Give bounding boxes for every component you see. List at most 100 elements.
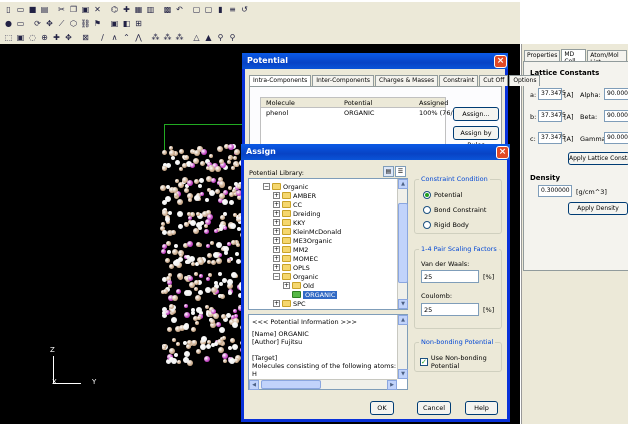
radio-potential[interactable]: Potential (423, 191, 462, 199)
tree-item[interactable]: + OPLS (273, 263, 310, 272)
mol3-icon[interactable]: ⁂ (174, 32, 185, 43)
tab-atom-mol-list[interactable]: Atom/Mol List (587, 50, 627, 66)
tree-item[interactable]: + KleinMcDonald (273, 227, 341, 236)
undo-icon[interactable]: ↶ (174, 4, 185, 15)
scroll-thumb[interactable] (398, 203, 408, 283)
axis-icon[interactable]: ✚ (121, 4, 132, 15)
expand-icon[interactable]: + (273, 219, 280, 226)
cancel-button[interactable]: Cancel (417, 401, 451, 415)
pan-icon[interactable]: ✥ (63, 32, 74, 43)
paste-icon[interactable]: ▣ (80, 4, 91, 15)
tab-inter-components[interactable]: Inter-Components (312, 75, 375, 86)
checkbox-checkmark-icon[interactable]: ✓ (420, 358, 428, 366)
help-button[interactable]: Help (465, 401, 498, 415)
lasso-icon[interactable]: ◌ (27, 32, 38, 43)
tab-charges-masses[interactable]: Charges & Masses (375, 75, 439, 86)
expand-icon[interactable]: + (273, 192, 280, 199)
column-molecule[interactable]: Molecule (266, 99, 295, 107)
line-icon[interactable]: ∕ (97, 32, 108, 43)
assign-close-button[interactable]: × (496, 146, 509, 159)
select-icon[interactable]: ⬚ (3, 32, 14, 43)
scroll-up-arrow[interactable]: ▲ (398, 179, 408, 189)
tab-properties[interactable]: Properties (524, 50, 561, 61)
expand-icon[interactable]: + (273, 255, 280, 262)
row-assigned[interactable]: 100% (76/ (419, 109, 453, 117)
box-icon[interactable]: ▣ (15, 32, 26, 43)
alpha-input[interactable]: 90.0000 (604, 88, 628, 100)
radio-rigid-body-dot[interactable] (423, 221, 431, 229)
fit-icon[interactable]: ✚ (51, 32, 62, 43)
tree-item[interactable]: − Organic (273, 272, 318, 281)
translate-icon[interactable]: ✥ (44, 18, 55, 29)
tree-item[interactable]: + SPC (273, 299, 306, 308)
delete-icon[interactable]: ✕ (92, 4, 103, 15)
palette-icon[interactable]: ◧ (121, 18, 132, 29)
lattice-a-input[interactable]: 37.3475 (538, 88, 566, 100)
potential-info-box[interactable]: <<< Potential Information >>> [Name] ORG… (248, 314, 408, 390)
ring-icon[interactable]: ⬡ (68, 18, 79, 29)
bond-icon[interactable]: ⟋ (56, 18, 67, 29)
print-icon[interactable]: ▤ (39, 4, 50, 15)
radio-bond-constraint-dot[interactable] (423, 206, 431, 214)
atom-icon[interactable]: ● (3, 18, 14, 29)
expand-icon[interactable]: + (273, 246, 280, 253)
tree-item[interactable]: ORGANIC (283, 290, 338, 299)
angle1-icon[interactable]: ∧ (109, 32, 120, 43)
density-input[interactable]: 0.300000 (538, 185, 572, 197)
chart-icon[interactable]: ▮ (215, 4, 226, 15)
cut-icon[interactable]: ✂ (56, 4, 67, 15)
scroll-down-arrow[interactable]: ▼ (398, 299, 408, 309)
info-vscrollbar[interactable]: ▲ ▼ (397, 315, 408, 379)
expand-icon[interactable]: + (273, 201, 280, 208)
gamma-input[interactable]: 90.0000 (604, 132, 628, 144)
radio-bond-constraint[interactable]: Bond Constraint (423, 206, 486, 214)
lattice-b-input[interactable]: 37.3475 (538, 110, 566, 122)
copy-icon[interactable]: ❐ (68, 4, 79, 15)
list-view-icon[interactable]: ☰ (395, 166, 406, 177)
potential-library-tree[interactable]: ▲ ▼ − Organic + AMBER + CC + Dreiding + KKY + Klein… (248, 178, 408, 310)
row-molecule[interactable]: phenol (266, 109, 288, 117)
expand-icon[interactable]: + (273, 264, 280, 271)
mol1-icon[interactable]: ⁂ (150, 32, 161, 43)
column-potential[interactable]: Potential (344, 99, 372, 107)
expand-icon[interactable]: + (273, 210, 280, 217)
tree-view-icon[interactable]: ▤ (383, 166, 394, 177)
warn-icon[interactable]: △ (191, 32, 202, 43)
rotate-icon[interactable]: ⟳ (32, 18, 43, 29)
marker-icon[interactable]: ▲ (203, 32, 214, 43)
assign-titlebar[interactable]: Assign (241, 144, 510, 160)
use-non-bonding-checkbox[interactable]: ✓ Use Non-bonding Potential (420, 354, 501, 370)
tab-options[interactable]: Options (509, 75, 541, 86)
radio-potential-dot[interactable] (423, 191, 431, 199)
tree-scrollbar[interactable]: ▲ ▼ (397, 179, 408, 309)
column-assigned[interactable]: Assigned (419, 99, 448, 107)
zoom-icon[interactable]: ⊠ (80, 32, 91, 43)
assign-button[interactable]: Assign... (453, 107, 499, 121)
potential-titlebar[interactable]: Potential (242, 53, 508, 69)
radio-rigid-body[interactable]: Rigid Body (423, 221, 469, 229)
structure-icon[interactable]: ⌬ (109, 4, 120, 15)
window1-icon[interactable]: ▢ (191, 4, 202, 15)
torsion-icon[interactable]: ⋀ (133, 32, 144, 43)
expand-icon[interactable]: + (273, 300, 280, 307)
tab-cut-off[interactable]: Cut Off (479, 75, 509, 86)
image-icon[interactable]: ▣ (109, 18, 120, 29)
chain-icon[interactable]: ⛓ (80, 18, 91, 29)
flag-icon[interactable]: ⚑ (92, 18, 103, 29)
tree-item[interactable]: + MM2 (273, 245, 308, 254)
tree-item[interactable]: − Organic (263, 182, 308, 191)
list-icon[interactable]: ≡ (227, 4, 238, 15)
potential-close-button[interactable]: × (494, 55, 507, 68)
info-scroll-left-arrow[interactable]: ◀ (249, 380, 259, 390)
tree-item[interactable]: + Old (283, 281, 314, 290)
beta-input[interactable]: 90.0000 (604, 110, 628, 122)
save-icon[interactable]: ■ (27, 4, 38, 15)
coulomb-input[interactable]: 25 (421, 303, 479, 316)
apply-lattice-button[interactable]: Apply Lattice Constan (568, 152, 628, 165)
refresh-icon[interactable]: ↺ (239, 4, 250, 15)
center-icon[interactable]: ⊕ (39, 32, 50, 43)
info-scroll-down-arrow[interactable]: ▼ (398, 369, 408, 379)
info-hscrollbar[interactable]: ◀ ▶ (249, 379, 397, 390)
collapse-icon[interactable]: − (273, 273, 280, 280)
info-hscroll-thumb[interactable] (261, 380, 321, 389)
